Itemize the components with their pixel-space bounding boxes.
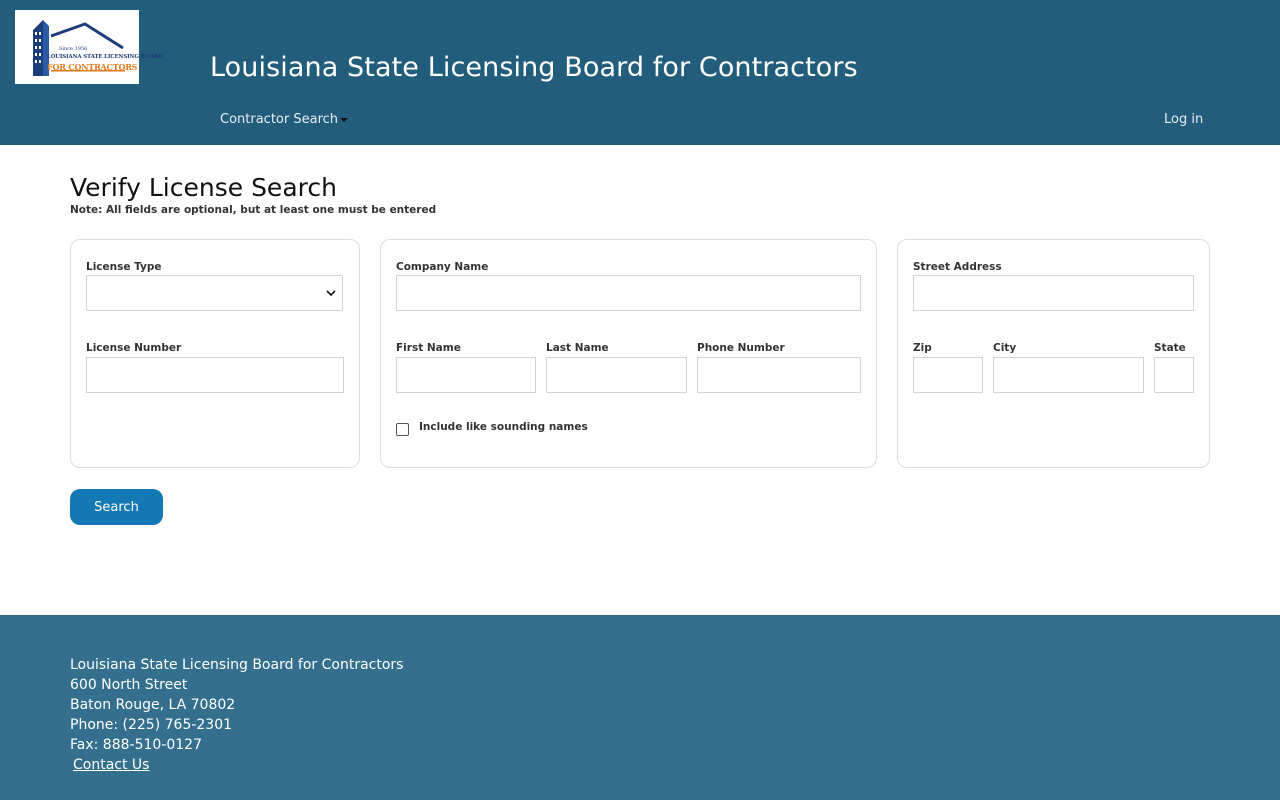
street-address-input[interactable] — [913, 275, 1194, 311]
last-name-input[interactable] — [546, 357, 687, 393]
page-title: Verify License Search — [70, 173, 337, 202]
license-type-label: License Type — [86, 261, 162, 273]
state-input[interactable] — [1154, 357, 1194, 393]
city-input[interactable] — [993, 357, 1144, 393]
nav-contractor-search[interactable]: Contractor Search — [220, 112, 349, 127]
nav-login-link[interactable]: Log in — [1164, 112, 1203, 127]
site-logo[interactable]: Since 1956 LOUISIANA STATE LICENSING BOA… — [15, 10, 163, 84]
search-button[interactable]: Search — [70, 489, 163, 525]
footer-street: 600 North Street — [70, 677, 188, 693]
footer-contact-link[interactable]: Contact Us — [73, 757, 149, 773]
footer-city-state: Baton Rouge, LA 70802 — [70, 697, 236, 713]
site-footer: Louisiana State Licensing Board for Cont… — [0, 615, 1280, 800]
nav-contractor-search-label: Contractor Search — [220, 112, 339, 127]
first-name-input[interactable] — [396, 357, 536, 393]
page-note: Note: All fields are optional, but at le… — [70, 204, 437, 216]
license-number-input[interactable] — [86, 357, 344, 393]
street-address-label: Street Address — [913, 261, 1002, 273]
footer-org-name: Louisiana State Licensing Board for Cont… — [70, 657, 404, 673]
logo-line1-text: LOUISIANA STATE LICENSING BOARD — [47, 54, 163, 60]
city-label: City — [993, 342, 1017, 354]
sounding-names-checkbox[interactable] — [396, 423, 409, 436]
zip-input[interactable] — [913, 357, 983, 393]
license-type-select[interactable] — [86, 275, 343, 311]
phone-number-label: Phone Number — [697, 342, 785, 354]
first-name-label: First Name — [396, 342, 461, 354]
logo-line2-text: FOR CONTRACTORS — [47, 62, 138, 72]
logo-since-text: Since 1956 — [59, 46, 88, 52]
zip-label: Zip — [913, 342, 932, 354]
chevron-down-icon — [326, 290, 336, 297]
sounding-names-label[interactable]: Include like sounding names — [419, 421, 588, 433]
state-label: State — [1154, 342, 1186, 354]
footer-fax: Fax: 888-510-0127 — [70, 737, 202, 753]
last-name-label: Last Name — [546, 342, 609, 354]
caret-down-icon — [340, 117, 349, 122]
company-name-label: Company Name — [396, 261, 489, 273]
company-name-input[interactable] — [396, 275, 861, 311]
license-number-label: License Number — [86, 342, 182, 354]
phone-number-input[interactable] — [697, 357, 861, 393]
footer-phone: Phone: (225) 765-2301 — [70, 717, 233, 733]
site-title: Louisiana State Licensing Board for Cont… — [210, 52, 858, 83]
site-header: Since 1956 LOUISIANA STATE LICENSING BOA… — [0, 0, 1280, 145]
